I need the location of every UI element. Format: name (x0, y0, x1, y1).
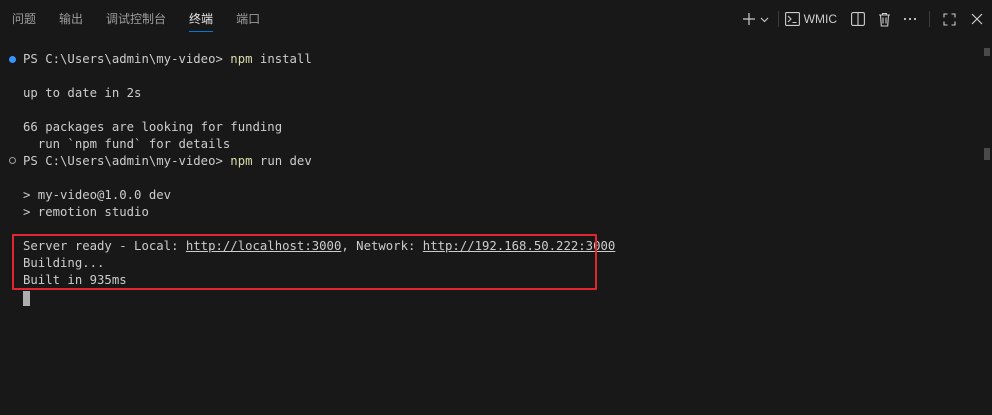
terminal-line: PS C:\Users\admin\my-video> npm run dev (23, 153, 312, 170)
terminal-line: > remotion studio (23, 205, 149, 219)
close-icon (971, 13, 983, 25)
command: npm (230, 52, 253, 66)
terminal-line: 66 packages are looking for funding (23, 120, 283, 134)
terminal-cursor (23, 291, 30, 306)
terminal-line: PS C:\Users\admin\my-video> npm install (23, 51, 312, 68)
plus-icon (742, 13, 755, 25)
command-success-icon[interactable] (9, 56, 16, 63)
terminal-output[interactable]: PS C:\Users\admin\my-video> npm install … (0, 38, 980, 415)
terminal-profile-label: WMIC (803, 12, 837, 26)
panel-header: 问题 输出 调试控制台 终端 端口 WMIC (0, 0, 992, 38)
maximize-panel-button[interactable] (936, 8, 962, 30)
trash-icon (878, 12, 890, 27)
close-panel-button[interactable] (962, 8, 992, 30)
highlight-annotation-box (12, 234, 597, 290)
tab-output[interactable]: 输出 (59, 0, 83, 38)
panel-tabs: 问题 输出 调试控制台 终端 端口 (0, 0, 283, 38)
divider (929, 11, 930, 27)
split-editor-icon (851, 12, 865, 26)
scrollbar-marker (984, 48, 990, 56)
more-actions-button[interactable] (897, 8, 923, 30)
new-terminal-button[interactable] (740, 8, 758, 30)
command-running-icon[interactable] (9, 157, 16, 164)
command: npm (230, 154, 253, 168)
tab-terminal[interactable]: 终端 (189, 0, 214, 38)
terminal-icon (784, 12, 800, 26)
ellipsis-icon (903, 17, 917, 21)
panel-actions: WMIC (740, 0, 992, 38)
kill-terminal-button[interactable] (871, 8, 897, 30)
terminal-line: run `npm fund` for details (23, 137, 231, 151)
prompt: PS C:\Users\admin\my-video> (23, 154, 231, 168)
terminal-dropdown-button[interactable] (758, 8, 772, 30)
terminal-line: > my-video@1.0.0 dev (23, 188, 172, 202)
prompt: PS C:\Users\admin\my-video> (23, 52, 231, 66)
split-terminal-button[interactable] (845, 8, 871, 30)
chevron-down-icon (760, 17, 769, 22)
tab-ports[interactable]: 端口 (236, 0, 260, 38)
tab-problems[interactable]: 问题 (12, 0, 36, 38)
command-args: install (252, 52, 312, 66)
tab-debug-console[interactable]: 调试控制台 (106, 0, 166, 38)
command-args: run dev (252, 154, 312, 168)
terminal-profile-button[interactable]: WMIC (784, 8, 845, 30)
scrollbar-marker (984, 148, 990, 160)
divider (777, 11, 779, 27)
maximize-icon (942, 12, 956, 26)
terminal-scrollbar[interactable] (980, 38, 992, 415)
terminal-line: up to date in 2s (23, 86, 142, 100)
